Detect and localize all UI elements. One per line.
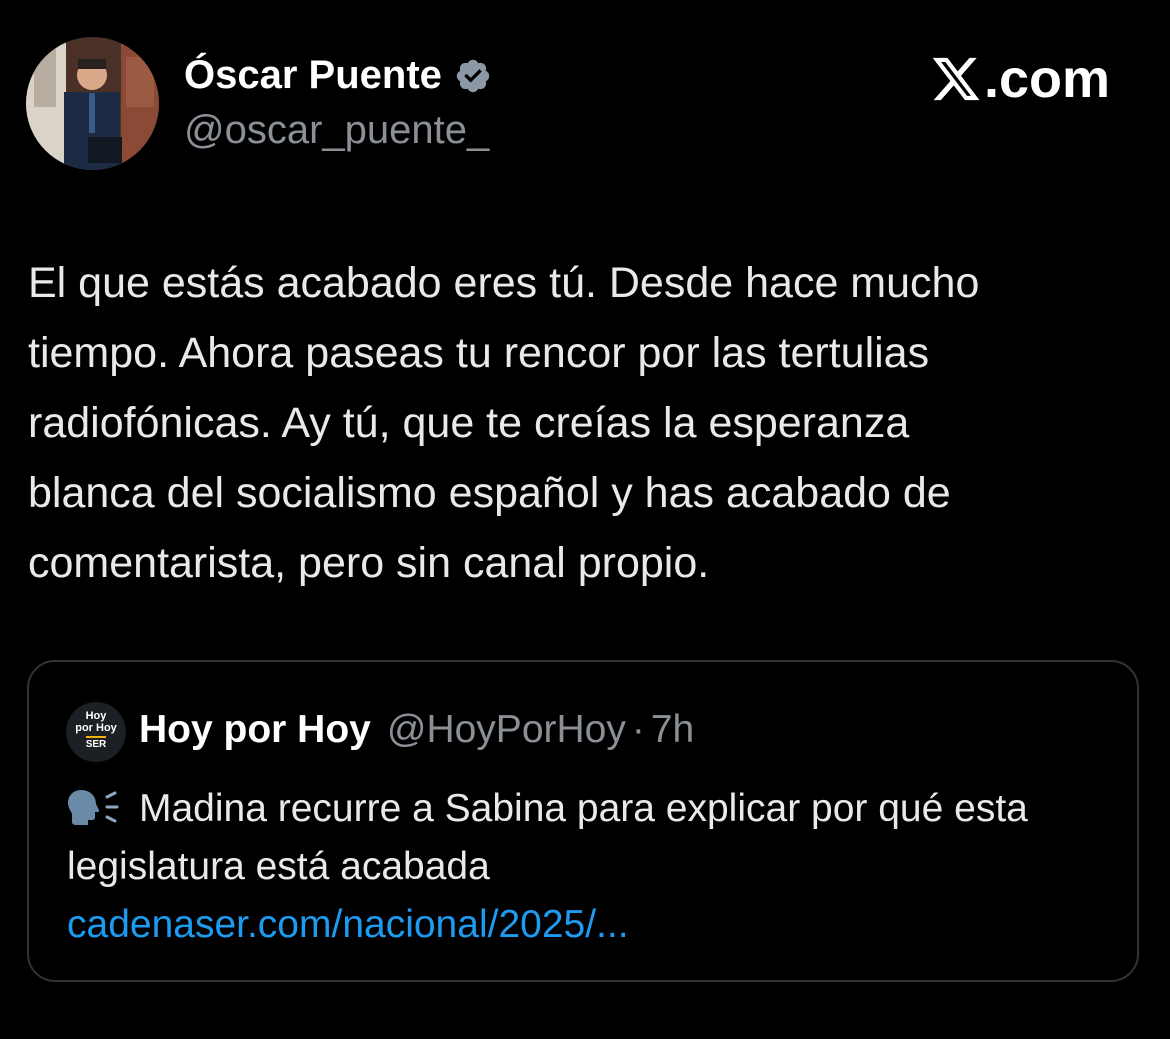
quoted-tweet-card[interactable]: Hoy por Hoy SER Hoy por Hoy @HoyPorHoy ·…	[27, 660, 1139, 982]
speaking-head-icon	[67, 786, 129, 826]
quote-separator: ·	[631, 708, 645, 751]
author-handle[interactable]: @oscar_puente_	[184, 108, 489, 153]
author-display-name[interactable]: Óscar Puente	[184, 53, 492, 98]
quote-avatar-line2: por Hoy	[75, 722, 117, 734]
quote-text: Madina recurre a Sabina para explicar po…	[67, 787, 1028, 888]
quote-author-name[interactable]: Hoy por Hoy	[139, 708, 371, 752]
x-com-brand: .com	[930, 48, 1110, 110]
quote-author-handle[interactable]: @HoyPorHoy	[387, 708, 626, 752]
quote-avatar[interactable]: Hoy por Hoy SER	[66, 702, 126, 762]
quote-body: Madina recurre a Sabina para explicar po…	[67, 780, 1107, 954]
quote-timestamp[interactable]: 7h	[651, 708, 694, 752]
quote-avatar-line3: SER	[85, 736, 107, 751]
quote-avatar-line1: Hoy	[85, 710, 107, 722]
author-avatar[interactable]	[26, 37, 159, 170]
author-name-text[interactable]: Óscar Puente	[184, 53, 442, 98]
verified-badge-icon[interactable]	[454, 57, 492, 95]
tweet-text: El que estás acabado eres tú. Desde hace…	[28, 259, 980, 587]
brand-domain-text: .com	[983, 49, 1110, 109]
x-logo-icon	[930, 53, 982, 105]
quote-link[interactable]: cadenaser.com/nacional/2025/...	[67, 896, 1107, 954]
quote-header: Hoy por Hoy @HoyPorHoy · 7h	[139, 708, 694, 752]
